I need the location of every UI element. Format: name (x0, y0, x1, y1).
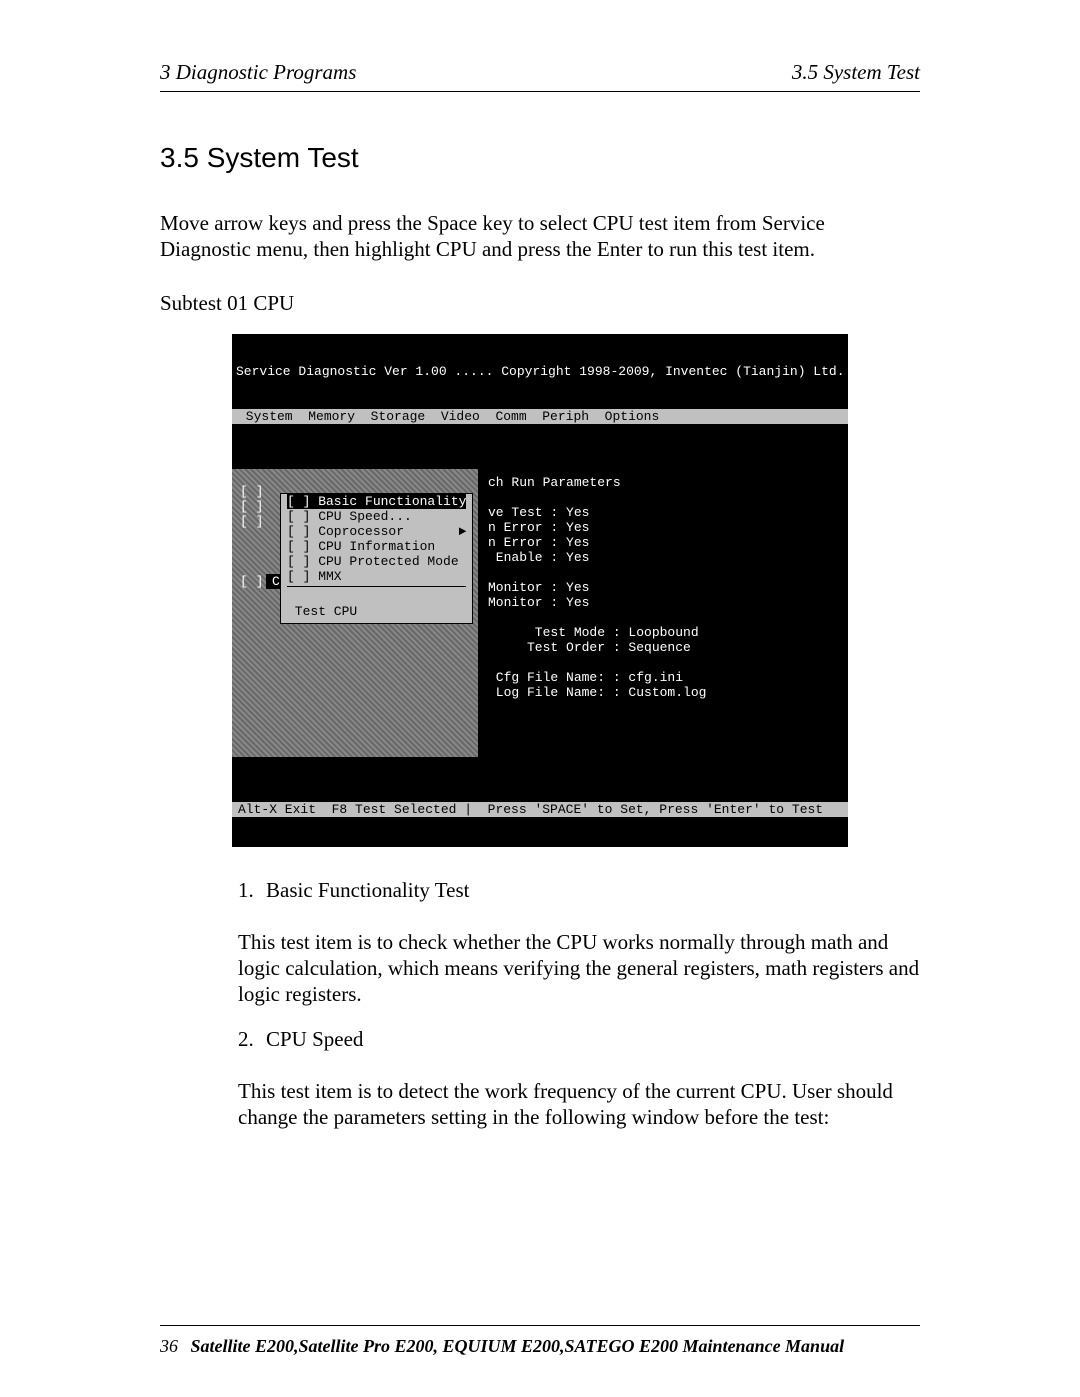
run-parameters-panel: ch Run Parameters ve Test : Yes n Error … (478, 469, 848, 757)
page-number: 36 (160, 1336, 178, 1356)
left-markers: [ ] [ ] [ ] (240, 484, 263, 529)
dos-title-bar: Service Diagnostic Ver 1.00 ..... Copyri… (232, 364, 848, 379)
submenu-footer: Test CPU (287, 604, 357, 619)
header-left: 3 Diagnostic Programs (160, 60, 356, 85)
submenu-item-coproc: [ ] Coprocessor ► (287, 524, 466, 539)
page-footer: 36 Satellite E200,Satellite Pro E200, EQ… (160, 1325, 920, 1357)
submenu-item-basic: [ ] Basic Functionality (287, 494, 466, 509)
dos-menubar: System Memory Storage Video Comm Periph … (232, 409, 848, 424)
footer-title: Satellite E200,Satellite Pro E200, EQUIU… (191, 1336, 845, 1356)
panel-lines: ve Test : Yes n Error : Yes n Error : Ye… (488, 505, 706, 700)
panel-title: ch Run Parameters (488, 475, 621, 490)
header-right: 3.5 System Test (792, 60, 920, 85)
list-item-2-desc: This test item is to detect the work fre… (238, 1078, 920, 1131)
page: 3 Diagnostic Programs 3.5 System Test 3.… (0, 0, 1080, 1397)
dos-status-bar: Alt-X Exit F8 Test Selected | Press 'SPA… (232, 802, 848, 817)
intro-text: Move arrow keys and press the Space key … (160, 210, 920, 263)
dos-body: ch Run Parameters ve Test : Yes n Error … (232, 469, 848, 757)
submenu-item-speed: [ ] CPU Speed... (287, 509, 412, 524)
dos-screenshot: Service Diagnostic Ver 1.00 ..... Copyri… (232, 334, 848, 847)
cpu-marker: [ ] (240, 574, 263, 589)
submenu-item-info: [ ] CPU Information (287, 539, 435, 554)
submenu-item-mmx: [ ] MMX (287, 569, 342, 584)
subtest-label: Subtest 01 CPU (160, 291, 920, 316)
list-block: 1.Basic Functionality Test This test ite… (238, 877, 920, 1131)
list-item-1-desc: This test item is to check whether the C… (238, 929, 920, 1008)
list-item-1-title: 1.Basic Functionality Test (238, 877, 920, 903)
page-header: 3 Diagnostic Programs 3.5 System Test (160, 60, 920, 92)
submenu-item-protected: [ ] CPU Protected Mode (287, 554, 459, 569)
section-title: 3.5 System Test (160, 142, 920, 174)
cpu-submenu: [ ] Basic Functionality [ ] CPU Speed...… (280, 493, 473, 624)
list-item-2-title: 2.CPU Speed (238, 1026, 920, 1052)
